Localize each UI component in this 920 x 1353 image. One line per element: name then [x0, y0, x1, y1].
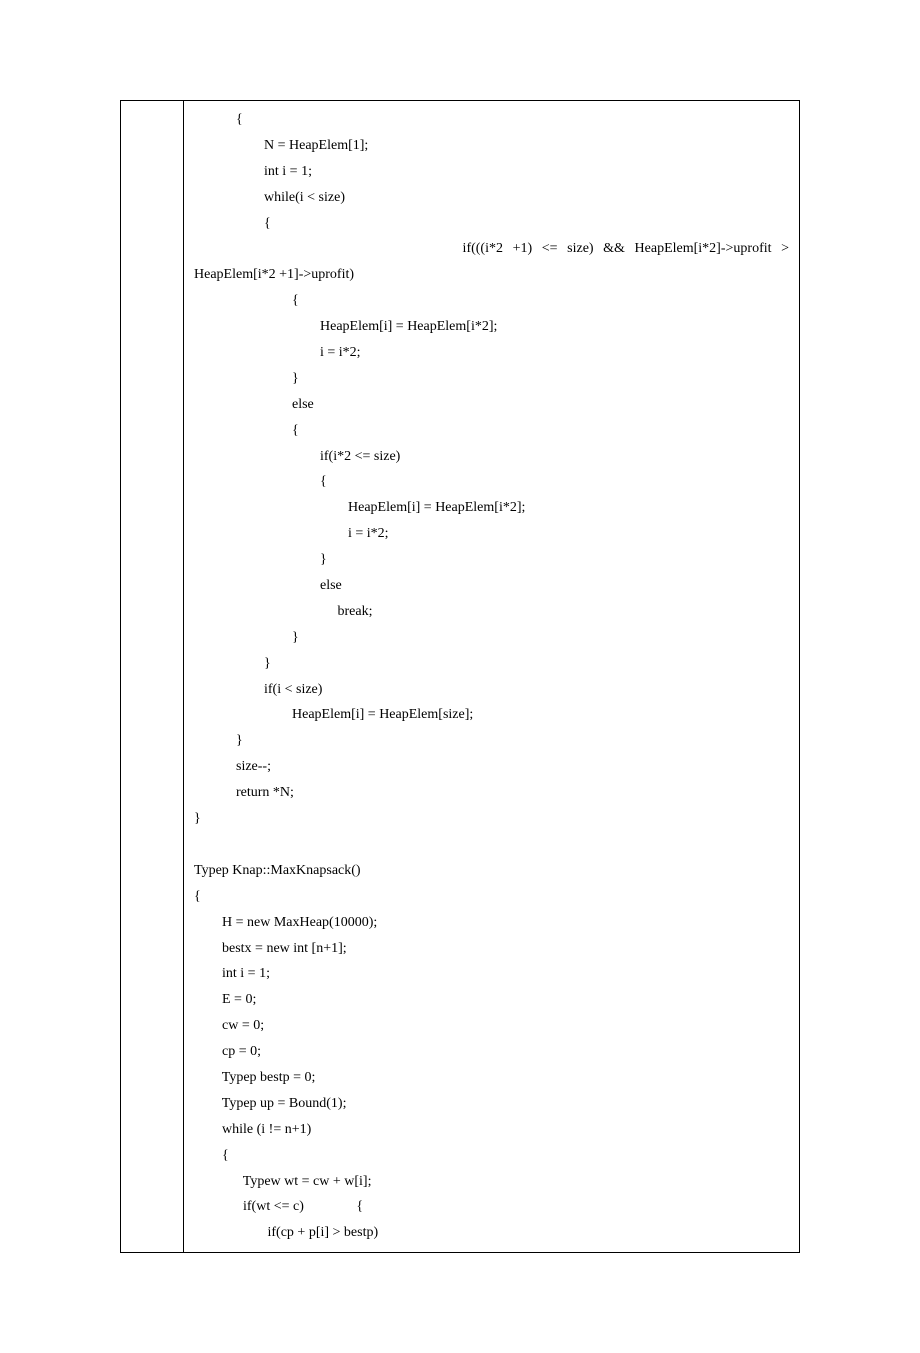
- code-line: while (i != n+1): [194, 1122, 311, 1137]
- code-line: {: [194, 1148, 229, 1163]
- code-line: if(i < size): [194, 682, 322, 697]
- left-column: [121, 101, 184, 1253]
- code-line: size--;: [194, 759, 271, 774]
- code-line: while(i < size): [194, 190, 345, 205]
- code-line: bestx = new int [n+1];: [194, 941, 347, 956]
- code-line: }: [194, 552, 327, 567]
- code-line: else: [194, 578, 342, 593]
- code-line: cw = 0;: [194, 1018, 264, 1033]
- code-line: Typep Knap::MaxKnapsack(): [194, 863, 361, 878]
- code-line: i = i*2;: [194, 345, 361, 360]
- code-line: E = 0;: [194, 992, 256, 1007]
- code-frag: >: [781, 241, 789, 256]
- code-line: }: [194, 656, 271, 671]
- code-line: }: [194, 733, 243, 748]
- code-line: Typew wt = cw + w[i];: [194, 1174, 371, 1189]
- code-line: }: [194, 811, 201, 826]
- code-line: if(wt <= c) {: [194, 1199, 363, 1214]
- code-frag: +1): [513, 241, 533, 256]
- code-line: Typep up = Bound(1);: [194, 1096, 346, 1111]
- code-line: if(cp + p[i] > bestp): [194, 1225, 378, 1240]
- code-frag: <=: [542, 241, 558, 256]
- code-line: {: [194, 474, 327, 489]
- code-line: {: [194, 293, 299, 308]
- document-page: { N = HeapElem[1]; int i = 1; while(i < …: [0, 0, 920, 1353]
- code-line: }: [194, 630, 299, 645]
- code-line: N = HeapElem[1];: [194, 138, 368, 153]
- code-line: HeapElem[i] = HeapElem[size];: [194, 707, 473, 722]
- code-frag: HeapElem[i*2]->uprofit: [635, 241, 772, 256]
- code-line-justified: if(((i*2 +1) <= size) && HeapElem[i*2]->…: [194, 236, 789, 262]
- code-line: }: [194, 371, 299, 386]
- code-frag: &&: [603, 241, 625, 256]
- code-line: H = new MaxHeap(10000);: [194, 915, 377, 930]
- code-line: break;: [194, 604, 372, 619]
- code-block: { N = HeapElem[1]; int i = 1; while(i < …: [194, 107, 789, 1246]
- code-line: {: [194, 216, 271, 231]
- code-line: Typep bestp = 0;: [194, 1070, 315, 1085]
- code-line: else: [194, 397, 314, 412]
- code-frag: if(((i*2: [194, 241, 503, 256]
- code-frag: size): [567, 241, 593, 256]
- code-line: HeapElem[i] = HeapElem[i*2];: [194, 500, 525, 515]
- code-line: {: [194, 889, 201, 904]
- code-line: i = i*2;: [194, 526, 389, 541]
- code-line: HeapElem[i] = HeapElem[i*2];: [194, 319, 497, 334]
- code-table: { N = HeapElem[1]; int i = 1; while(i < …: [120, 100, 800, 1253]
- code-line: cp = 0;: [194, 1044, 261, 1059]
- code-line: int i = 1;: [194, 164, 312, 179]
- code-line: int i = 1;: [194, 966, 270, 981]
- code-line: HeapElem[i*2 +1]->uprofit): [194, 267, 354, 282]
- code-cell: { N = HeapElem[1]; int i = 1; while(i < …: [184, 101, 800, 1253]
- code-line: if(i*2 <= size): [194, 449, 400, 464]
- code-line: return *N;: [194, 785, 294, 800]
- code-line: {: [194, 112, 243, 127]
- code-line: {: [194, 423, 299, 438]
